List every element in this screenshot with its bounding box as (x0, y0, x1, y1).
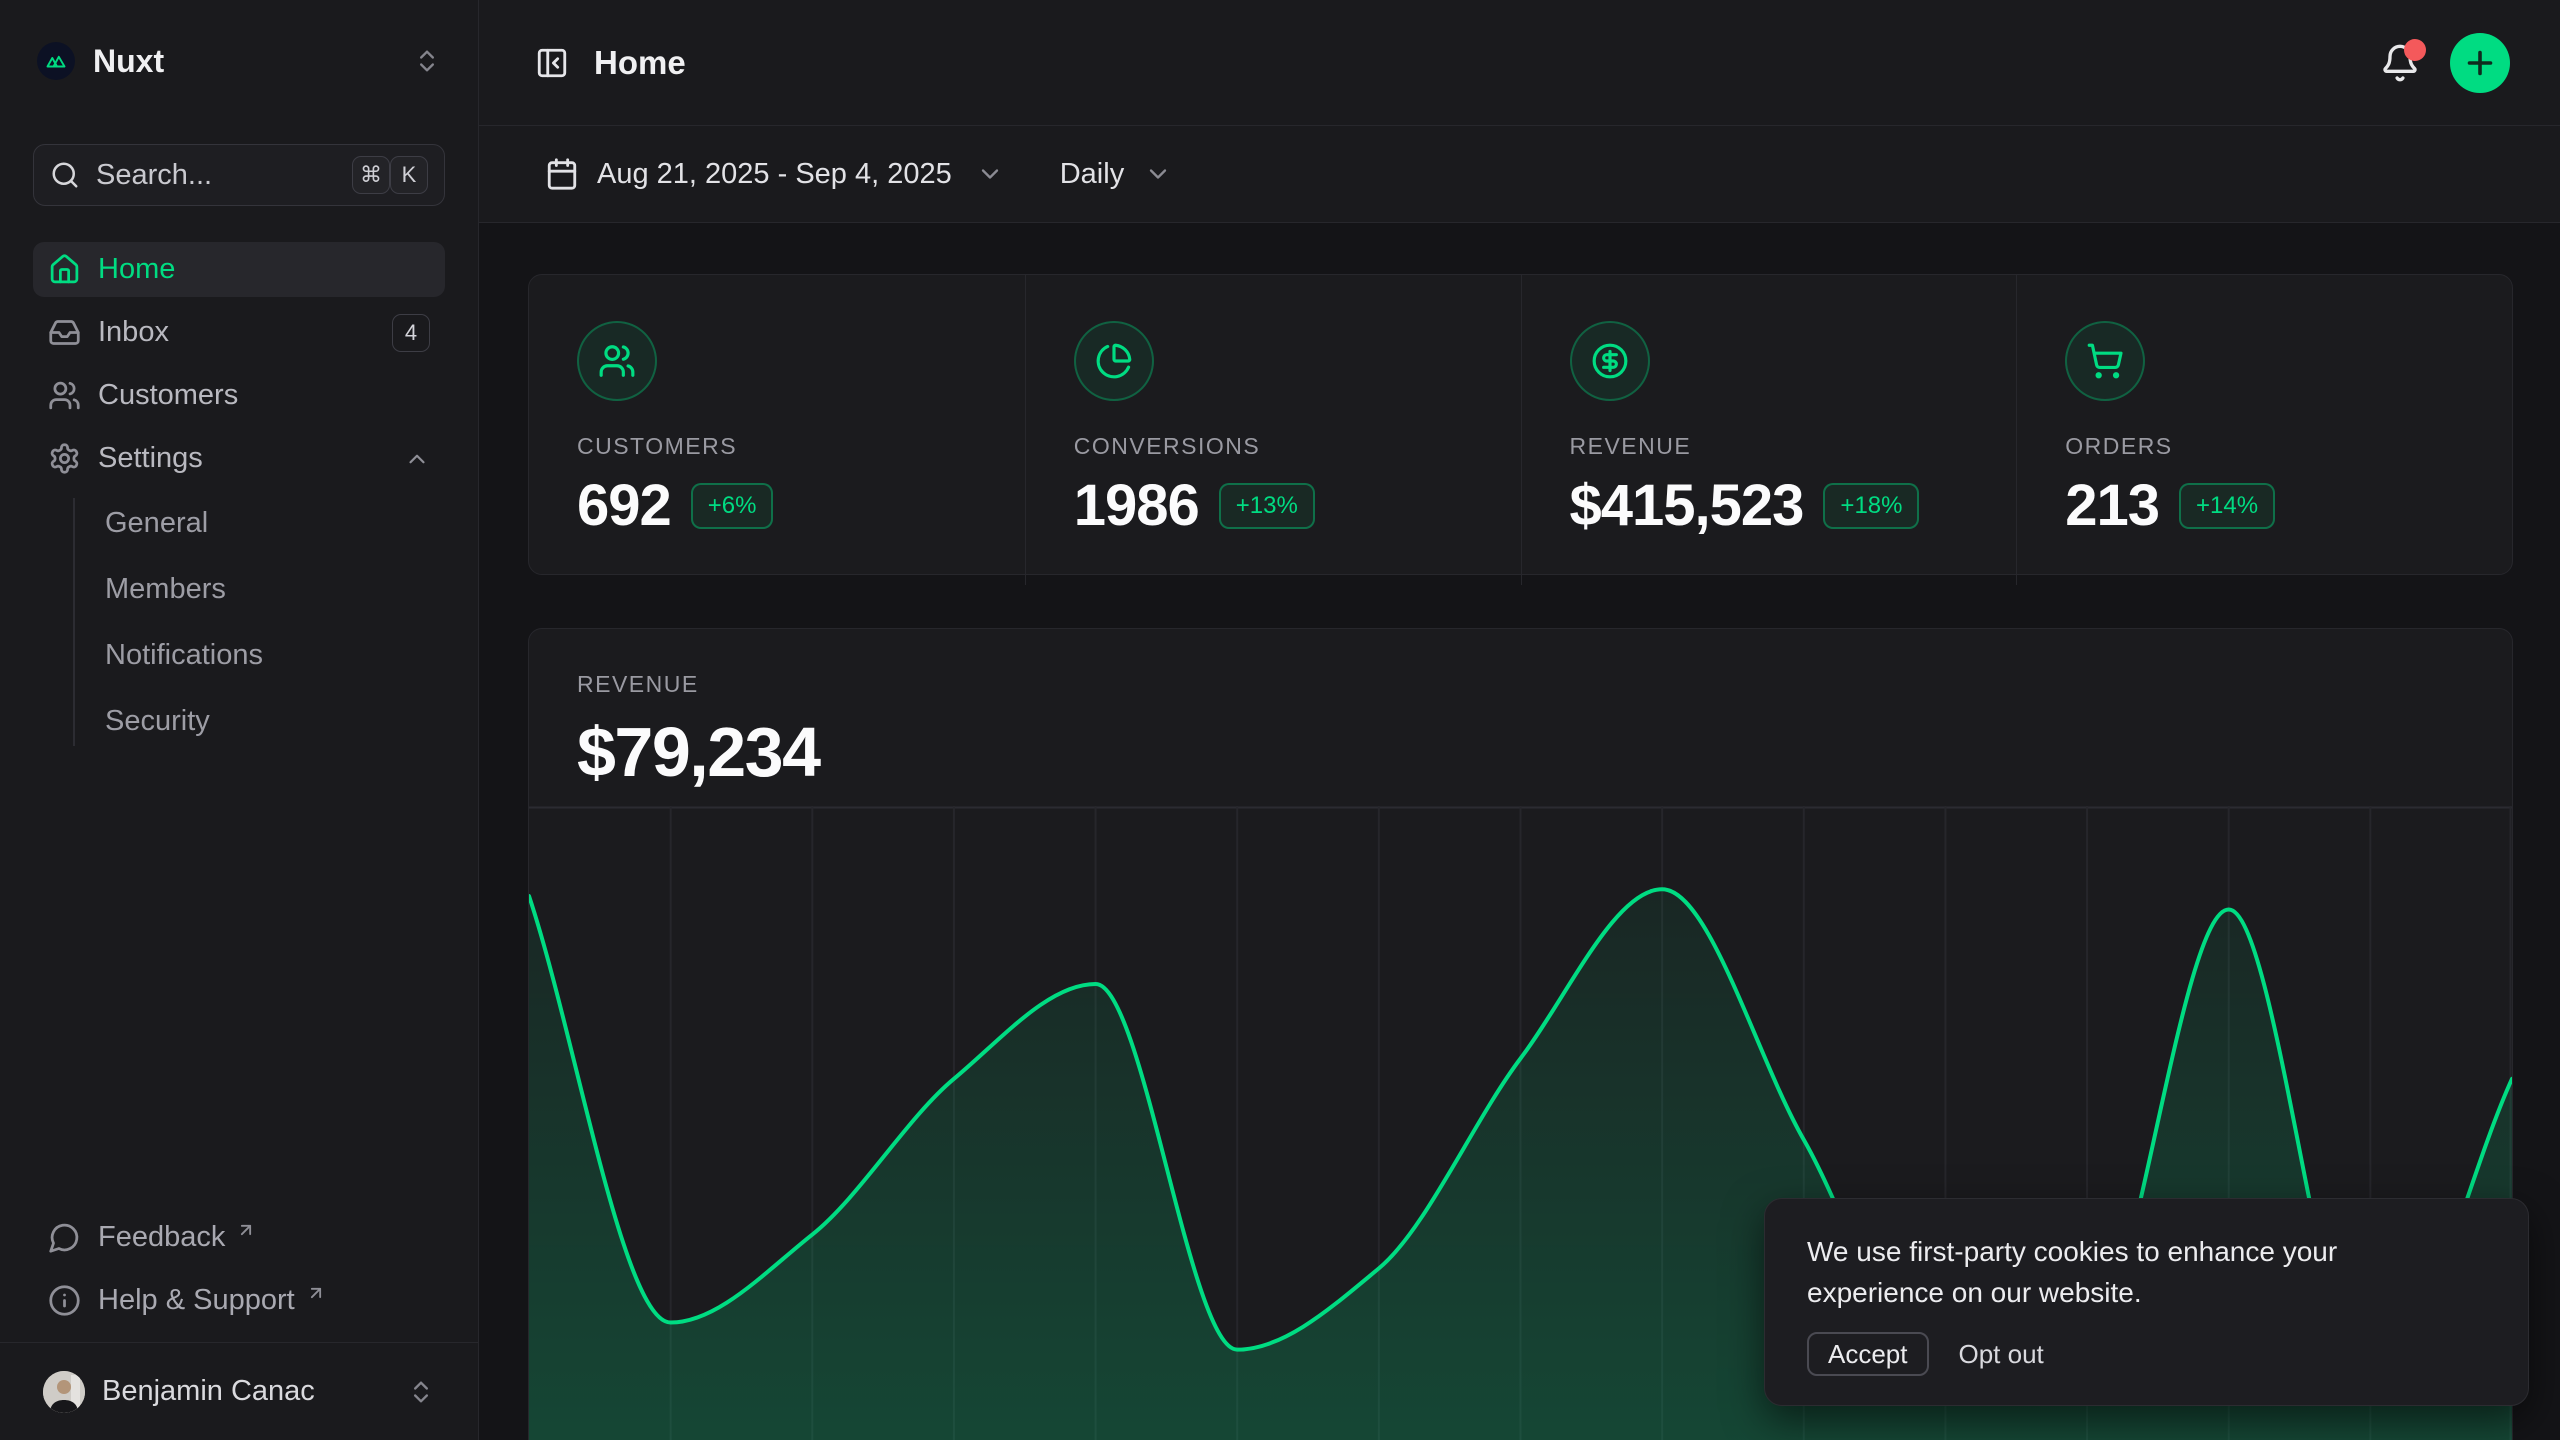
inbox-icon (48, 316, 81, 349)
stat-card-conversions: CONVERSIONS 1986 +13% (1025, 275, 1521, 585)
calendar-icon (545, 157, 579, 191)
user-name: Benjamin Canac (102, 1375, 390, 1408)
help-support-link[interactable]: Help & Support (33, 1273, 445, 1328)
dollar-circle-icon (1570, 321, 1650, 401)
accept-button[interactable]: Accept (1807, 1332, 1929, 1376)
sidebar-collapse-button[interactable] (535, 46, 569, 80)
user-avatar (43, 1371, 85, 1413)
stat-value: 692 (577, 472, 671, 539)
sidebar-nav: Home Inbox 4 Customers Settings (33, 242, 445, 758)
message-circle-icon (48, 1221, 81, 1254)
plus-icon (2462, 45, 2498, 81)
revenue-chart-label: REVENUE (577, 671, 2464, 698)
house-icon (48, 253, 81, 286)
filters-toolbar: Aug 21, 2025 - Sep 4, 2025 Daily (479, 126, 2560, 223)
stat-label: ORDERS (2065, 433, 2464, 460)
chevron-down-icon (976, 160, 1004, 188)
granularity-select[interactable]: Daily (1060, 158, 1172, 191)
chevrons-up-down-icon (407, 1378, 435, 1406)
search-icon (50, 160, 80, 190)
page-title: Home (594, 44, 686, 82)
search-placeholder: Search... (96, 159, 336, 192)
stat-label: REVENUE (1570, 433, 1969, 460)
pie-chart-icon (1074, 321, 1154, 401)
granularity-value: Daily (1060, 158, 1124, 191)
sidebar-item-label: Settings (98, 442, 203, 475)
add-button[interactable] (2450, 33, 2510, 93)
help-support-label: Help & Support (98, 1284, 295, 1317)
sidebar-item-notifications[interactable]: Notifications (105, 626, 445, 684)
users-icon (577, 321, 657, 401)
stat-delta-badge: +6% (691, 483, 774, 529)
stat-label: CUSTOMERS (577, 433, 977, 460)
chevron-down-icon (1144, 160, 1172, 188)
sidebar: Nuxt Search... ⌘ K Home Inbox 4 (0, 0, 479, 1440)
stat-delta-badge: +13% (1219, 483, 1315, 529)
feedback-link[interactable]: Feedback (33, 1210, 445, 1265)
opt-out-button[interactable]: Opt out (1959, 1339, 2044, 1370)
sidebar-item-home[interactable]: Home (33, 242, 445, 297)
stat-value: $415,523 (1570, 472, 1804, 539)
sidebar-item-security[interactable]: Security (105, 692, 445, 750)
chevrons-up-down-icon (413, 47, 441, 75)
stat-value: 1986 (1074, 472, 1199, 539)
cookie-message: We use first-party cookies to enhance yo… (1807, 1231, 2437, 1313)
stat-delta-badge: +18% (1823, 483, 1919, 529)
info-icon (48, 1284, 81, 1317)
gear-icon (48, 442, 81, 475)
search-input[interactable]: Search... ⌘ K (33, 144, 445, 206)
stat-card-customers: CUSTOMERS 692 +6% (529, 275, 1025, 585)
stats-row: CUSTOMERS 692 +6% CONVERSIONS 1986 +13% … (528, 274, 2513, 575)
inbox-count-badge: 4 (392, 314, 430, 352)
stat-delta-badge: +14% (2179, 483, 2275, 529)
notification-dot (2404, 39, 2426, 61)
top-navbar: Home (479, 0, 2560, 126)
feedback-label: Feedback (98, 1221, 225, 1254)
sidebar-item-settings[interactable]: Settings (33, 431, 445, 486)
date-range-value: Aug 21, 2025 - Sep 4, 2025 (597, 158, 952, 191)
settings-sub-nav: General Members Notifications Security (33, 494, 445, 750)
stat-value: 213 (2065, 472, 2159, 539)
external-link-icon (306, 1283, 326, 1303)
kbd-k: K (390, 156, 428, 194)
workspace-name: Nuxt (93, 43, 164, 80)
date-range-picker[interactable]: Aug 21, 2025 - Sep 4, 2025 (545, 157, 1004, 191)
revenue-chart-value: $79,234 (577, 712, 2464, 792)
sidebar-item-inbox[interactable]: Inbox 4 (33, 305, 445, 360)
sidebar-item-customers[interactable]: Customers (33, 368, 445, 423)
stat-card-orders: ORDERS 213 +14% (2016, 275, 2512, 585)
external-link-icon (236, 1220, 256, 1240)
sidebar-item-label: Customers (98, 379, 238, 412)
sidebar-item-label: Inbox (98, 316, 169, 349)
notifications-button[interactable] (2380, 43, 2420, 83)
sidebar-item-label: Home (98, 253, 175, 286)
stat-label: CONVERSIONS (1074, 433, 1473, 460)
workspace-switcher[interactable]: Nuxt (33, 0, 445, 122)
sidebar-item-members[interactable]: Members (105, 560, 445, 618)
chevron-up-icon (404, 446, 430, 472)
sidebar-item-general[interactable]: General (105, 494, 445, 552)
shopping-cart-icon (2065, 321, 2145, 401)
kbd-cmd: ⌘ (352, 156, 390, 194)
cookie-banner: We use first-party cookies to enhance yo… (1764, 1198, 2529, 1406)
nuxt-logo-icon (37, 42, 75, 80)
user-menu[interactable]: Benjamin Canac (33, 1343, 445, 1440)
stat-card-revenue: REVENUE $415,523 +18% (1521, 275, 2017, 585)
users-icon (48, 379, 81, 412)
sidebar-footer: Feedback Help & Support Benjamin Canac (33, 1210, 445, 1440)
